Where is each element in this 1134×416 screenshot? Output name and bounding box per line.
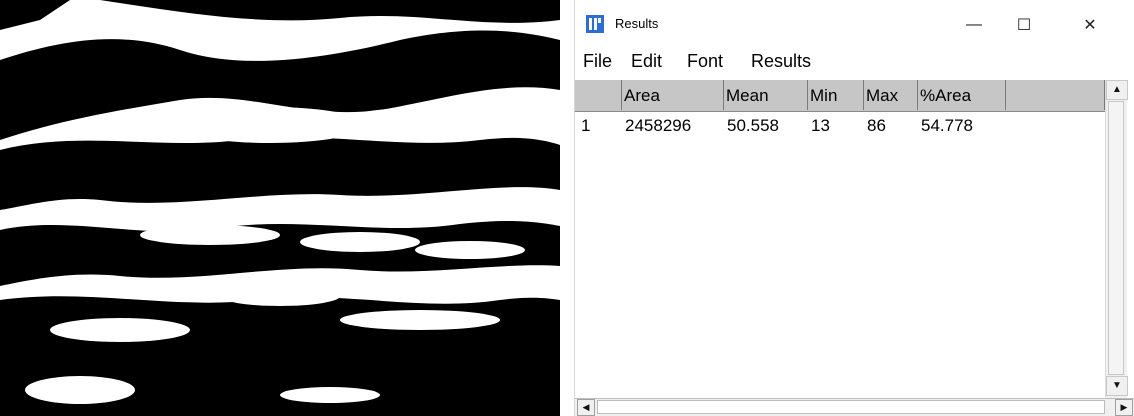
window-title: Results [615, 16, 659, 31]
horizontal-scroll-thumb[interactable] [597, 400, 1105, 414]
binary-threshold-image [0, 0, 560, 416]
scroll-down-icon[interactable]: ▼ [1106, 376, 1128, 396]
table-header: Area Mean Min Max %Area [575, 80, 1105, 112]
cell-index: 1 [581, 116, 591, 135]
screen: Results — ☐ ✕ File Edit Font Results Are… [0, 0, 1134, 416]
header-index[interactable] [575, 80, 621, 110]
header-pct-area[interactable]: %Area [917, 80, 1005, 110]
results-table[interactable]: Area Mean Min Max %Area 1 2458296 50.558… [575, 80, 1105, 392]
header-mean[interactable]: Mean [723, 80, 807, 110]
results-window: Results — ☐ ✕ File Edit Font Results Are… [574, 0, 1134, 416]
header-max[interactable]: Max [863, 80, 917, 110]
header-min[interactable]: Min [807, 80, 863, 110]
cell-mean: 50.558 [727, 116, 779, 135]
scroll-up-icon[interactable]: ▲ [1106, 80, 1128, 100]
cell-min: 13 [811, 116, 830, 135]
header-area[interactable]: Area [621, 80, 723, 110]
title-bar[interactable]: Results — ☐ ✕ [575, 0, 1134, 50]
vertical-scrollbar[interactable]: ▲ ▼ [1105, 80, 1128, 400]
scroll-left-icon[interactable]: ◀ [577, 399, 595, 416]
horizontal-scrollbar[interactable]: ◀ ▶ [575, 398, 1134, 416]
cell-area: 2458296 [625, 116, 692, 135]
menu-font[interactable]: Font [687, 51, 723, 72]
header-empty [1005, 80, 1105, 110]
minimize-button[interactable]: — [951, 6, 997, 44]
maximize-button[interactable]: ☐ [1001, 6, 1047, 44]
menu-results[interactable]: Results [751, 51, 811, 72]
cell-pct-area: 54.778 [921, 116, 973, 135]
menu-edit[interactable]: Edit [631, 51, 662, 72]
menu-file[interactable]: File [583, 51, 612, 72]
scroll-right-icon[interactable]: ▶ [1115, 399, 1133, 416]
menu-bar: File Edit Font Results [575, 50, 1134, 74]
cell-max: 86 [867, 116, 886, 135]
close-button[interactable]: ✕ [1067, 6, 1113, 44]
vertical-scroll-thumb[interactable] [1108, 101, 1124, 375]
imagej-icon [586, 15, 604, 33]
